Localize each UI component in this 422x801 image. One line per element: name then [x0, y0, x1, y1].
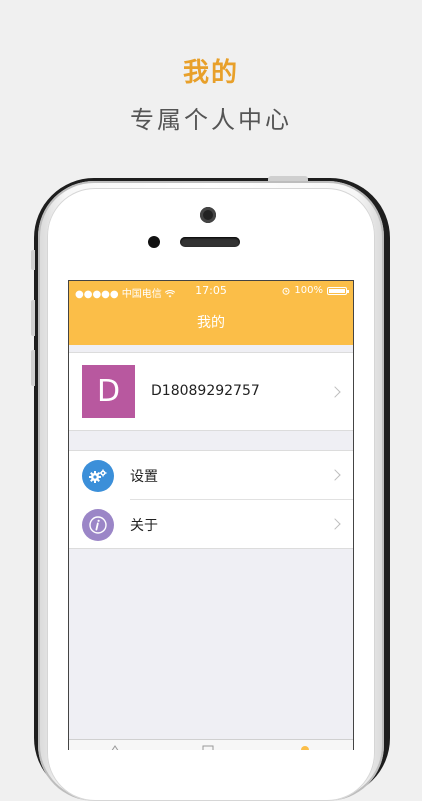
chevron-right-icon [329, 469, 341, 481]
gears-icon [82, 460, 114, 492]
battery-percent: 100% [294, 285, 323, 296]
front-camera [200, 207, 216, 223]
promo-title: 我的 [182, 58, 239, 88]
alarm-icon [282, 287, 290, 295]
profile-username: D18089292757 [151, 383, 260, 399]
status-right: 100% [282, 285, 349, 296]
chevron-right-icon [329, 518, 341, 530]
info-icon [82, 509, 114, 541]
about-label: 关于 [130, 518, 158, 534]
nav-title: 我的 [197, 315, 225, 331]
tab-icon-mine[interactable] [299, 744, 311, 750]
nav-bar: 我的 [69, 301, 353, 345]
chevron-right-icon [329, 386, 341, 398]
app-screen: ●●●●● 中国电信 17:05 100% 我的 D D18089292757 [68, 280, 354, 750]
menu-item-settings[interactable]: 设置 [69, 451, 353, 500]
proximity-sensor [148, 236, 160, 248]
tab-bar [69, 739, 353, 750]
volume-up-button [31, 300, 35, 336]
tab-icon-home[interactable] [109, 744, 121, 750]
battery-icon [327, 286, 349, 295]
settings-label: 设置 [130, 469, 158, 485]
avatar: D [82, 365, 135, 418]
volume-down-button [31, 350, 35, 386]
menu-list: 设置 关于 [69, 450, 353, 549]
profile-row[interactable]: D D18089292757 [69, 352, 353, 431]
promo-subtitle: 专属个人中心 [130, 106, 292, 134]
mute-switch [31, 250, 35, 270]
status-bar: ●●●●● 中国电信 17:05 100% [69, 281, 353, 301]
tab-icon-list[interactable] [202, 744, 214, 750]
menu-item-about[interactable]: 关于 [69, 500, 353, 549]
earpiece-speaker [180, 237, 240, 247]
